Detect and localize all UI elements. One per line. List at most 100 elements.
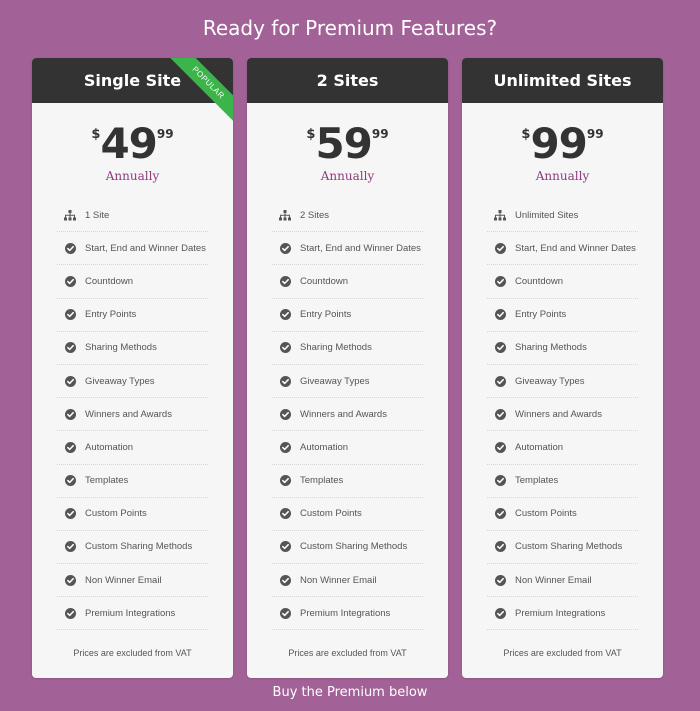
price-block: $4999 Annually bbox=[32, 103, 233, 199]
feature-item: Start, End and Winner Dates bbox=[272, 232, 423, 266]
price-amount: 59 bbox=[315, 119, 372, 168]
feature-item: Winners and Awards bbox=[487, 398, 638, 432]
check-circle-icon bbox=[494, 408, 506, 420]
check-circle-icon bbox=[64, 342, 76, 354]
feature-item: Countdown bbox=[487, 265, 638, 299]
feature-label: Non Winner Email bbox=[515, 574, 592, 586]
buy-premium-link[interactable]: Buy the Premium below bbox=[0, 685, 700, 700]
check-circle-icon bbox=[494, 541, 506, 553]
feature-label: Entry Points bbox=[515, 309, 567, 321]
feature-label: Custom Points bbox=[300, 508, 362, 520]
check-circle-icon bbox=[494, 508, 506, 520]
check-circle-icon bbox=[279, 441, 291, 453]
feature-item: Entry Points bbox=[272, 299, 423, 332]
feature-item: Giveaway Types bbox=[272, 365, 423, 399]
check-circle-icon bbox=[64, 475, 76, 487]
price: $9999 bbox=[462, 123, 663, 165]
price-cents: 99 bbox=[586, 127, 604, 141]
feature-label: Start, End and Winner Dates bbox=[85, 242, 206, 254]
billing-period: Annually bbox=[535, 169, 590, 183]
feature-item: Premium Integrations bbox=[272, 597, 423, 631]
feature-item: Non Winner Email bbox=[57, 564, 208, 598]
vat-note: Prices are excluded from VAT bbox=[288, 648, 407, 658]
check-circle-icon bbox=[494, 441, 506, 453]
check-circle-icon bbox=[279, 508, 291, 520]
sitemap-icon bbox=[279, 209, 291, 221]
feature-label: 2 Sites bbox=[300, 209, 330, 221]
feature-label: Start, End and Winner Dates bbox=[515, 242, 636, 254]
feature-item: Start, End and Winner Dates bbox=[487, 232, 638, 266]
feature-label: Automation bbox=[300, 441, 349, 453]
feature-label: Countdown bbox=[300, 275, 349, 287]
feature-label: Sharing Methods bbox=[85, 342, 157, 354]
check-circle-icon bbox=[494, 242, 506, 254]
feature-item: Countdown bbox=[272, 265, 423, 299]
feature-item: Sharing Methods bbox=[487, 332, 638, 365]
feature-label: 1 Site bbox=[85, 209, 110, 221]
sitemap-icon bbox=[494, 209, 506, 221]
feature-item: 2 Sites bbox=[272, 199, 423, 233]
feature-label: Countdown bbox=[85, 275, 134, 287]
price-currency: $ bbox=[521, 127, 531, 142]
feature-item: Winners and Awards bbox=[57, 398, 208, 432]
check-circle-icon bbox=[494, 309, 506, 321]
feature-label: Unlimited Sites bbox=[515, 209, 579, 221]
feature-label: Winners and Awards bbox=[300, 408, 387, 420]
feature-item: Automation bbox=[487, 431, 638, 465]
feature-item: Start, End and Winner Dates bbox=[57, 232, 208, 266]
feature-label: Winners and Awards bbox=[85, 408, 172, 420]
feature-item: Entry Points bbox=[487, 299, 638, 332]
feature-item: Giveaway Types bbox=[487, 365, 638, 399]
vat-note: Prices are excluded from VAT bbox=[503, 648, 622, 658]
feature-item: 1 Site bbox=[57, 199, 208, 233]
feature-item: Unlimited Sites bbox=[487, 199, 638, 233]
check-circle-icon bbox=[279, 541, 291, 553]
check-circle-icon bbox=[279, 342, 291, 354]
feature-item: Custom Points bbox=[272, 498, 423, 531]
plan-name: 2 Sites bbox=[247, 58, 448, 103]
feature-list: 2 Sites Start, End and Winner Dates Countd… bbox=[247, 199, 448, 631]
feature-label: Automation bbox=[515, 441, 564, 453]
feature-label: Premium Integrations bbox=[515, 607, 606, 619]
feature-label: Templates bbox=[85, 475, 129, 487]
check-circle-icon bbox=[279, 574, 291, 586]
feature-item: Templates bbox=[57, 465, 208, 498]
pricing-card-3: Unlimited Sites $9999 Annually Unlimited… bbox=[462, 58, 663, 678]
check-circle-icon bbox=[494, 475, 506, 487]
feature-label: Start, End and Winner Dates bbox=[300, 242, 421, 254]
feature-label: Premium Integrations bbox=[85, 607, 176, 619]
price-block: $9999 Annually bbox=[462, 103, 663, 199]
plan-name: Unlimited Sites bbox=[462, 58, 663, 103]
feature-item: Sharing Methods bbox=[57, 332, 208, 365]
feature-item: Premium Integrations bbox=[57, 597, 208, 631]
feature-label: Templates bbox=[515, 475, 559, 487]
feature-item: Countdown bbox=[57, 265, 208, 299]
check-circle-icon bbox=[279, 275, 291, 287]
check-circle-icon bbox=[494, 607, 506, 619]
price-currency: $ bbox=[91, 127, 101, 142]
feature-label: Premium Integrations bbox=[300, 607, 391, 619]
feature-item: Templates bbox=[272, 465, 423, 498]
feature-label: Non Winner Email bbox=[85, 574, 162, 586]
feature-label: Winners and Awards bbox=[515, 408, 602, 420]
sitemap-icon bbox=[64, 209, 76, 221]
check-circle-icon bbox=[64, 242, 76, 254]
pricing-card-1: Single Site POPULAR $4999 Annually 1 Sit… bbox=[32, 58, 233, 678]
feature-label: Entry Points bbox=[300, 309, 352, 321]
price-amount: 99 bbox=[530, 119, 587, 168]
check-circle-icon bbox=[494, 574, 506, 586]
check-circle-icon bbox=[64, 408, 76, 420]
feature-item: Sharing Methods bbox=[272, 332, 423, 365]
check-circle-icon bbox=[279, 309, 291, 321]
check-circle-icon bbox=[494, 342, 506, 354]
check-circle-icon bbox=[64, 508, 76, 520]
price-block: $5999 Annually bbox=[247, 103, 448, 199]
pricing-card-2: 2 Sites $5999 Annually 2 Sites Start, End… bbox=[247, 58, 448, 678]
check-circle-icon bbox=[279, 607, 291, 619]
check-circle-icon bbox=[494, 375, 506, 387]
price: $5999 bbox=[247, 123, 448, 165]
feature-item: Entry Points bbox=[57, 299, 208, 332]
feature-list: Unlimited Sites Start, End and Winner Dat… bbox=[462, 199, 663, 631]
check-circle-icon bbox=[279, 375, 291, 387]
feature-item: Automation bbox=[272, 431, 423, 465]
